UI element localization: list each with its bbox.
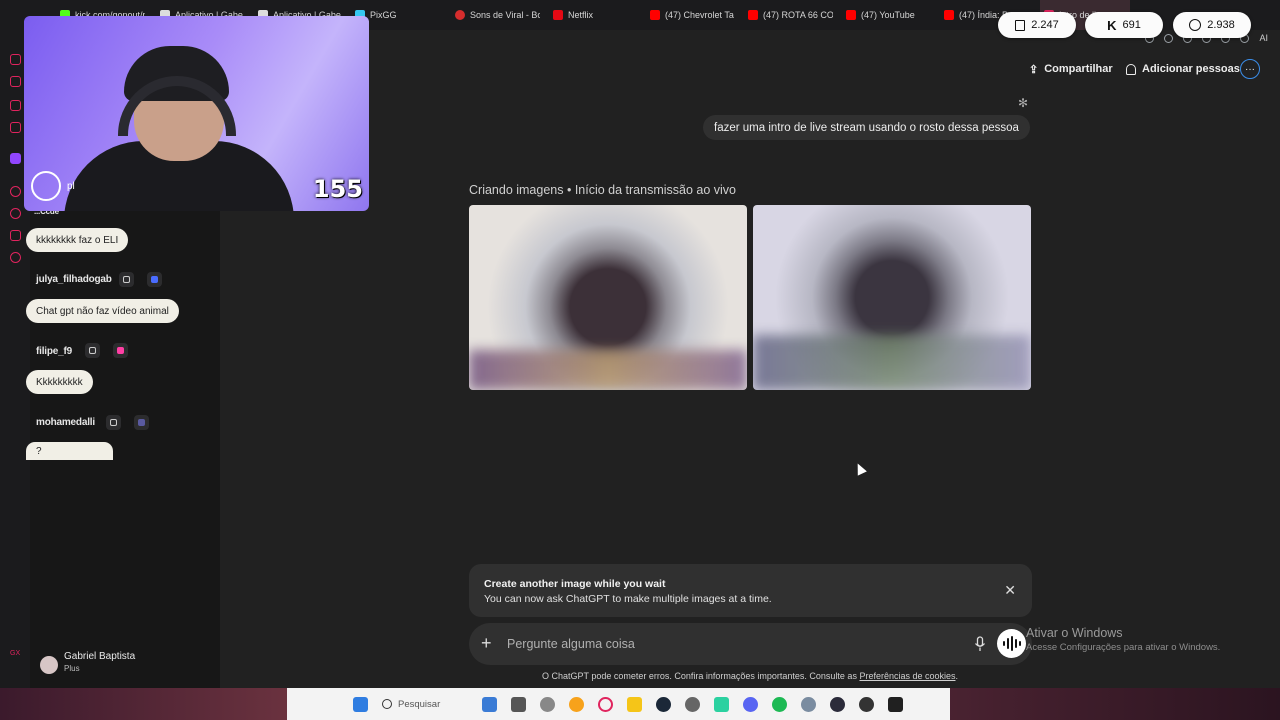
notification-toast: Create another image while you wait You … [469,564,1032,617]
toast-title: Create another image while you wait [484,578,666,590]
browser-tab[interactable]: (47) Chevrolet Ta [650,0,735,30]
browser-tab[interactable]: (47) YouTube [846,0,931,30]
webcam-counter: 155 [312,175,363,203]
windows-start-icon[interactable] [353,696,368,712]
windows-activation-watermark: Ativar o Windows Acesse Configurações pa… [1026,626,1221,653]
twitch-icon [1015,19,1026,31]
generated-image[interactable] [469,205,747,390]
taskbar-app-icon[interactable] [685,696,700,712]
more-options-button[interactable]: ··· [1240,59,1260,79]
taskbar-app-icon[interactable] [511,696,526,712]
share-icon: ⇪ [1029,63,1039,76]
instagram-icon[interactable] [10,122,21,133]
globe-icon [1189,19,1202,31]
microphone-icon[interactable] [974,636,986,652]
pinboard-icon[interactable] [10,230,21,241]
chat-username[interactable]: filipe_f9 [36,346,72,357]
opera-icon[interactable] [598,696,613,712]
chat-message: Kkkkkkkkk [26,370,93,394]
webcam-overlay: pl 155 [24,16,369,211]
twitch-badge-icon [85,343,100,358]
taskbar-search[interactable]: Pesquisar [382,699,482,710]
image-generation-status: Criando imagens • Início da transmissão … [469,183,737,197]
chat-icon[interactable] [10,100,21,111]
chat-username[interactable]: julya_filhadogab [36,274,112,285]
sub-badge-icon [134,415,149,430]
ai-button[interactable]: AI [1259,33,1268,43]
steam-icon[interactable] [656,696,671,712]
settings-icon[interactable] [10,252,21,263]
mouse-cursor-icon [853,461,867,476]
add-attachment-button[interactable]: + [481,633,492,653]
player-icon[interactable] [10,186,21,197]
whatsapp-icon[interactable] [10,76,21,87]
taskbar-app-icon[interactable] [830,696,845,712]
chat-message: ? [26,442,113,460]
browser-tab[interactable]: Sons de Viral - Bo [455,0,540,30]
browser-tab[interactable]: (47) ROTA 66 CO [748,0,833,30]
tab-favicon-icon [748,10,758,20]
browser-tab[interactable]: Netflix [553,0,633,30]
search-icon [382,699,392,709]
loading-spinner-icon: ✻ [1018,96,1029,110]
twitch-icon[interactable] [10,153,21,164]
toast-body: You can now ask ChatGPT to make multiple… [484,593,772,605]
taskbar-app-icon[interactable] [714,696,729,712]
kick-icon: K [1107,17,1117,33]
messenger-icon[interactable] [10,54,21,65]
obs-icon[interactable] [859,696,874,712]
voice-mode-button[interactable] [997,629,1026,658]
spotify-icon[interactable] [772,696,787,712]
prompt-input[interactable] [507,623,967,665]
sub-badge-icon [147,272,162,287]
settings-icon[interactable] [801,696,816,712]
total-viewers-pill: 2.938 [1173,12,1251,38]
twitch-viewers-pill: 2.247 [998,12,1076,38]
share-button[interactable]: ⇪ Compartilhar [1029,60,1113,78]
discord-icon[interactable] [743,696,758,712]
taskbar-app-icon[interactable] [540,696,555,712]
generated-image[interactable] [753,205,1031,390]
tab-favicon-icon [553,10,563,20]
timer-ring-icon [31,171,61,201]
tab-favicon-icon [846,10,856,20]
tab-favicon-icon [455,10,465,20]
copilot-icon[interactable] [569,696,584,712]
overlay-text: pl [67,181,75,192]
tab-favicon-icon [650,10,660,20]
kick-viewers-pill: K 691 [1085,12,1163,38]
avatar [40,656,58,674]
user-message: fazer uma intro de live stream usando o … [703,115,1030,140]
chat-message: Chat gpt não faz vídeo animal [26,299,179,323]
add-people-button[interactable]: Adicionar pessoas [1126,60,1240,78]
gx-icon[interactable]: GX [10,650,21,661]
user-profile[interactable]: Gabriel Baptista Plus [40,651,135,674]
twitch-badge-icon [106,415,121,430]
capcut-icon[interactable] [888,696,903,712]
chat-username[interactable]: mohamedalli [36,417,95,428]
windows-taskbar: Pesquisar [287,688,950,720]
disclaimer: O ChatGPT pode cometer erros. Confira in… [541,671,959,681]
add-person-icon [1126,63,1136,75]
sub-badge-icon [113,343,128,358]
close-icon[interactable]: ✕ [1004,583,1016,597]
taskbar-app-icon[interactable] [482,696,497,712]
cookie-preferences-link[interactable]: Preferências de cookies [859,671,955,681]
tab-favicon-icon [944,10,954,20]
file-explorer-icon[interactable] [627,696,642,712]
prompt-composer: + [469,623,1032,665]
twitch-badge-icon [119,272,134,287]
extension-icon[interactable] [1164,33,1174,43]
chat-message: kkkkkkkk faz o ELI [26,228,129,252]
history-icon[interactable] [10,208,21,219]
